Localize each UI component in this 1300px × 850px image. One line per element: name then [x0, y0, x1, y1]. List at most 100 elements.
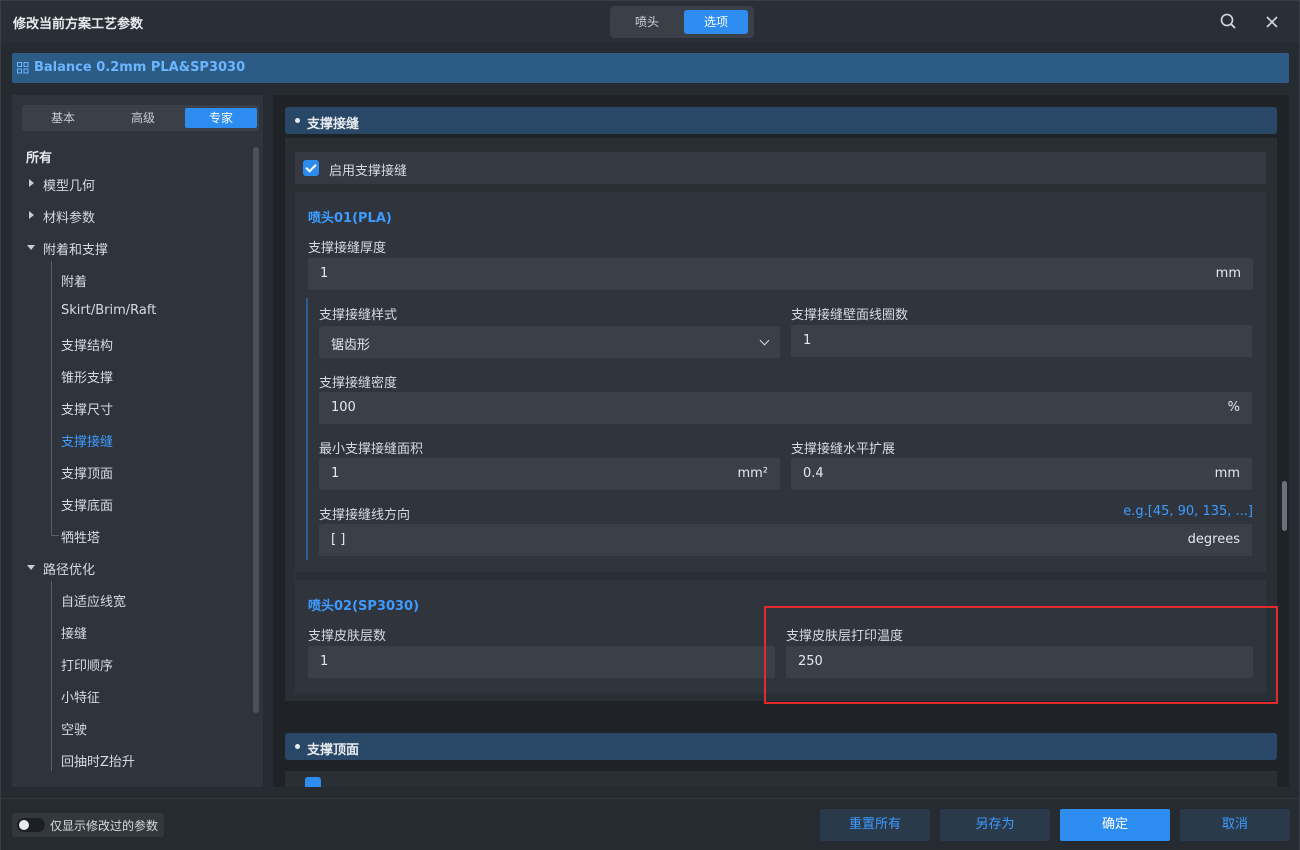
pattern-label: 支撑接缝样式: [319, 308, 398, 323]
wall-count-value: 1: [803, 333, 812, 348]
min-area-label: 最小支撑接缝面积: [319, 442, 424, 457]
nozzle-01-title: 喷头01(PLA): [308, 211, 392, 226]
tree-item-adaptive-width[interactable]: 自适应线宽: [61, 591, 126, 610]
thickness-label: 支撑接缝厚度: [308, 241, 387, 256]
modified-only-label: 仅显示修改过的参数: [50, 819, 159, 833]
preset-grid-icon: [17, 62, 29, 74]
tab-expert[interactable]: 专家: [185, 108, 257, 128]
line-dir-input[interactable]: [ ] degrees: [319, 524, 1252, 556]
tab-basic[interactable]: 基本: [27, 108, 99, 128]
wall-count-label: 支撑接缝壁面线圈数: [791, 308, 909, 323]
dialog-title: 修改当前方案工艺参数: [13, 17, 144, 32]
save-as-button[interactable]: 另存为: [940, 809, 1050, 841]
caret-down-icon[interactable]: [27, 245, 35, 250]
content-scrollbar[interactable]: [1282, 481, 1287, 531]
tree-item-skirt[interactable]: Skirt/Brim/Raft: [61, 303, 156, 318]
line-dir-value: [ ]: [331, 532, 346, 547]
section-title: 支撑顶面: [307, 743, 360, 758]
mode-tab-group: 基本 高级 专家: [22, 105, 259, 131]
line-dir-unit: degrees: [1187, 532, 1240, 547]
bullet-icon: [295, 744, 300, 749]
tree-item-support-roof[interactable]: 支撑顶面: [61, 463, 113, 482]
tab-nozzle[interactable]: 喷头: [615, 10, 679, 34]
section-header-support-interface[interactable]: 支撑接缝: [285, 107, 1277, 134]
tree-connector: [51, 261, 52, 536]
section-title: 支撑接缝: [307, 117, 360, 132]
tree-connector: [51, 581, 52, 771]
preset-bar: Balance 0.2mm PLA&SP3030: [12, 53, 1289, 83]
tree-connector: [51, 535, 59, 536]
tab-advanced[interactable]: 高级: [107, 108, 179, 128]
top-tab-group: 喷头 选项: [610, 6, 754, 38]
thickness-value: 1: [320, 266, 329, 281]
category-panel: 基本 高级 专家 所有 模型几何 材料参数 附着和支撑 附着 Skirt/Bri…: [12, 95, 263, 787]
footer-bar: 仅显示修改过的参数 重置所有 另存为 确定 取消: [1, 798, 1299, 850]
min-area-input[interactable]: 1 mm²: [319, 458, 780, 490]
skin-layers-label: 支撑皮肤层数: [308, 629, 387, 644]
highlight-box: [764, 606, 1278, 704]
close-icon[interactable]: [1261, 11, 1283, 33]
category-scrollbar[interactable]: [253, 147, 259, 713]
enable-support-interface-row[interactable]: 启用支撑接缝: [295, 152, 1266, 184]
caret-right-icon[interactable]: [29, 211, 34, 219]
wall-count-input[interactable]: 1: [791, 325, 1252, 357]
skin-layers-input[interactable]: 1: [308, 646, 775, 678]
density-unit: %: [1227, 400, 1240, 415]
tree-item-travel[interactable]: 空驶: [61, 719, 87, 738]
preset-name: Balance 0.2mm PLA&SP3030: [34, 60, 246, 75]
tree-item-small-features[interactable]: 小特征: [61, 687, 100, 706]
pattern-select[interactable]: 锯齿形: [319, 326, 780, 358]
tree-item-adhesion-support[interactable]: 附着和支撑: [43, 239, 108, 258]
min-area-value: 1: [331, 466, 340, 481]
search-icon[interactable]: [1218, 11, 1240, 33]
confirm-button[interactable]: 确定: [1060, 809, 1170, 841]
tree-item-support-size[interactable]: 支撑尺寸: [61, 399, 113, 418]
tree-item-support-interface[interactable]: 支撑接缝: [61, 431, 113, 450]
nozzle-02-title: 喷头02(SP3030): [308, 599, 420, 614]
thickness-unit: mm: [1215, 266, 1241, 281]
h-expand-value: 0.4: [803, 466, 824, 481]
modified-only-toggle-wrap: 仅显示修改过的参数: [12, 813, 164, 837]
title-bar: 修改当前方案工艺参数 喷头 选项: [1, 1, 1299, 43]
tree-item-support-structure[interactable]: 支撑结构: [61, 335, 113, 354]
settings-content: 支撑接缝 启用支撑接缝 喷头01(PLA) 支撑接缝厚度 1 mm 支撑接缝样式…: [273, 95, 1289, 787]
tree-all[interactable]: 所有: [26, 147, 52, 166]
tree-item-print-order[interactable]: 打印顺序: [61, 655, 113, 674]
enable-support-interface-checkbox[interactable]: [303, 160, 319, 176]
chevron-down-icon: [759, 335, 770, 346]
tab-options[interactable]: 选项: [684, 10, 748, 34]
tree-item-model-geometry[interactable]: 模型几何: [43, 175, 95, 194]
tree-item-prime-tower[interactable]: 牺牲塔: [61, 527, 100, 546]
tree-item-material-params[interactable]: 材料参数: [43, 207, 95, 226]
reset-all-button[interactable]: 重置所有: [820, 809, 930, 841]
h-expand-label: 支撑接缝水平扩展: [791, 442, 896, 457]
checkbox-icon[interactable]: [305, 777, 321, 787]
tree-item-seam[interactable]: 接缝: [61, 623, 87, 642]
cancel-button[interactable]: 取消: [1180, 809, 1290, 841]
caret-right-icon[interactable]: [29, 179, 34, 187]
group-indicator: [306, 298, 308, 560]
tree-item-support-floor[interactable]: 支撑底面: [61, 495, 113, 514]
section-header-support-roof[interactable]: 支撑顶面: [285, 733, 1277, 760]
h-expand-unit: mm: [1214, 466, 1240, 481]
density-label: 支撑接缝密度: [319, 376, 398, 391]
dialog-window: 修改当前方案工艺参数 喷头 选项 Balance 0.2mm PLA&SP303…: [0, 0, 1300, 850]
line-dir-hint: e.g.[45, 90, 135, ...]: [1123, 504, 1253, 519]
tree-item-tree-support[interactable]: 锥形支撑: [61, 367, 113, 386]
min-area-unit: mm²: [737, 466, 768, 481]
modified-only-toggle[interactable]: [17, 818, 45, 832]
tree-item-adhesion[interactable]: 附着: [61, 271, 87, 290]
bullet-icon: [295, 118, 300, 123]
tree-item-path-optimization[interactable]: 路径优化: [43, 559, 95, 578]
density-value: 100: [331, 400, 356, 415]
skin-layers-value: 1: [320, 654, 329, 669]
caret-down-icon[interactable]: [27, 565, 35, 570]
nozzle-01-card: 喷头01(PLA) 支撑接缝厚度 1 mm 支撑接缝样式 锯齿形 支撑接缝壁面线…: [295, 192, 1266, 572]
pattern-value: 锯齿形: [331, 338, 371, 353]
enable-support-interface-label: 启用支撑接缝: [329, 164, 408, 179]
thickness-input[interactable]: 1 mm: [308, 258, 1253, 290]
h-expand-input[interactable]: 0.4 mm: [791, 458, 1252, 490]
tree-item-z-hop[interactable]: 回抽时Z抬升: [61, 751, 135, 770]
section-body-support-roof: [285, 771, 1277, 787]
density-input[interactable]: 100 %: [319, 392, 1252, 424]
